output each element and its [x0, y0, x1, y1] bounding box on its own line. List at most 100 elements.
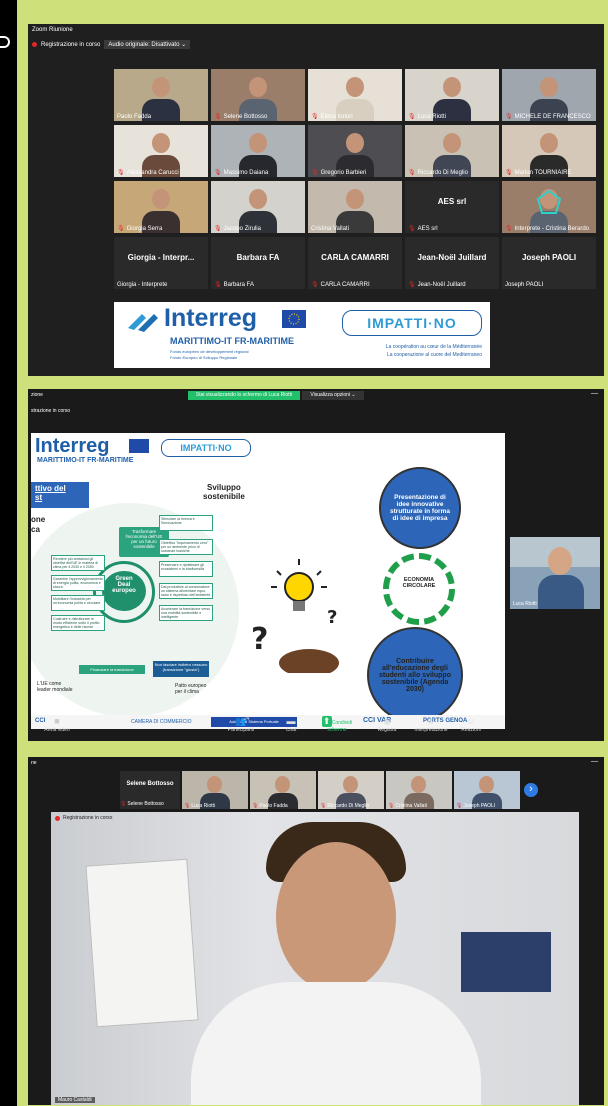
participant-head: [275, 776, 290, 793]
participant-name: CARLA CAMARRI: [320, 282, 370, 288]
participant-tile[interactable]: 🎙 Interprete - Cristina Berardo: [502, 181, 596, 233]
participant-name-label: 🎙 Jacopo Zirulia: [214, 225, 261, 232]
next-page-button[interactable]: ›: [524, 783, 538, 797]
participant-head: [346, 133, 364, 153]
speaker-shirt: [191, 982, 481, 1105]
shared-slide: Interreg MARITTIMO-IT FR-MARITIME IMPATT…: [31, 433, 505, 729]
participant-tile[interactable]: Joseph PAOLI Joseph PAOLI: [502, 237, 596, 289]
participant-tile[interactable]: 🎙 Alessandra Carucci: [114, 125, 208, 177]
participant-head: [540, 77, 558, 97]
participant-name: AES srl: [417, 226, 438, 232]
participant-name-label: 🎙Selene Bottosso: [120, 801, 164, 807]
participant-head: [152, 189, 170, 209]
mic-muted-icon: 🎙: [408, 282, 416, 288]
patto-text: Patto europeo per il clima: [175, 683, 207, 695]
participant-tile[interactable]: 🎙 MICHELE DE FRANCESCO: [502, 69, 596, 121]
mic-muted-icon: 🎙: [505, 170, 513, 176]
view-options-button[interactable]: Visualizza opzioni ⌄: [302, 391, 364, 400]
toolbar-label: Chat: [285, 727, 297, 733]
participant-name-label: 🎙 Alessandra Carucci: [117, 169, 179, 176]
participants-button[interactable]: 👥 24 Partecipanti: [222, 716, 260, 733]
window-label: zione: [31, 392, 43, 398]
participant-tile[interactable]: 🎙 Massimo Daiana: [211, 125, 305, 177]
participant-tile[interactable]: Cristina Vallati: [308, 181, 402, 233]
participant-tile[interactable]: 🎙 Jacopo Zirulia: [211, 181, 305, 233]
participant-head: [411, 776, 426, 793]
recording-label: Registrazione in corso: [41, 41, 101, 48]
slide-eu-flag-icon: [129, 439, 149, 453]
chat-button[interactable]: ▬ Chat: [272, 716, 310, 733]
mic-muted-icon: 🎙: [214, 114, 222, 120]
participant-name: Giorgia - Interprete: [117, 282, 168, 288]
audio-original-button[interactable]: Audio originale: Disattivato ⌄: [104, 40, 191, 49]
presenter-name: Luca Riotti: [513, 601, 537, 607]
wall-poster: [85, 858, 199, 1028]
objective-title: ttivo del st: [31, 482, 89, 508]
green-deal-goal-box: Dal produttore al consumatore: un sistem…: [159, 583, 213, 599]
education-circle: Contribuire all'educazione degli student…: [367, 627, 463, 723]
program-name: MARITTIMO-IT FR-MARITIME: [170, 336, 294, 346]
strip-participant-tile[interactable]: 🎙Paolo Fadda: [250, 771, 316, 809]
toolbar-label: Partecipanti: [227, 727, 255, 733]
participant-tile[interactable]: 🎙 Gregorio Barbieri: [308, 125, 402, 177]
participant-tile[interactable]: 🎙 Marion TOURNIAIRE: [502, 125, 596, 177]
share-screen-button[interactable]: ⬆Condividi schermo: [318, 716, 356, 733]
video-off-button[interactable]: ■ Avvia video: [38, 716, 76, 733]
interreg-brand: Interreg: [164, 304, 258, 332]
participant-tile[interactable]: Jean-Noël Juillard 🎙 Jean-Noël Juillard: [405, 237, 499, 289]
participant-name: Gregorio Barbieri: [320, 170, 367, 176]
participant-name-label: Joseph PAOLI: [505, 282, 543, 288]
strip-participant-tile[interactable]: 🎙Luca Riotti: [182, 771, 248, 809]
slide-impattino-logo: IMPATTI·NO: [161, 439, 251, 457]
window-label: ne: [31, 760, 37, 766]
presenter-thumbnail[interactable]: Luca Riotti: [510, 537, 600, 609]
participant-tile[interactable]: Giorgia - Interpr... Giorgia - Interprete: [114, 237, 208, 289]
participant-display-name: CARLA CAMARRI: [321, 253, 389, 262]
participant-tile[interactable]: Paolo Fadda: [114, 69, 208, 121]
participant-tile[interactable]: AES srl 🎙 AES srl: [405, 181, 499, 233]
participant-tile[interactable]: CARLA CAMARRI 🎙 CARLA CAMARRI: [308, 237, 402, 289]
record-button[interactable]: ◉ Registra: [368, 716, 406, 733]
globe-button[interactable]: ⊕ Interpretazione: [412, 716, 450, 733]
participant-tile[interactable]: Barbara FA 🎙 Barbara FA: [211, 237, 305, 289]
mic-muted-icon: 🎙: [505, 226, 513, 232]
green-deal-goal-box: Preservare e ripristinare gli ecosistemi…: [159, 561, 213, 577]
strip-participant-tile[interactable]: 🎙Riccardo Di Meglio: [318, 771, 384, 809]
toolbar-label: Interpretazione: [414, 727, 448, 733]
participant-name-label: 🎙Cristina Vallati: [388, 803, 427, 809]
toolbar-label: Registra: [377, 727, 397, 733]
participant-tile[interactable]: 🎙 Riccardo Di Meglio: [405, 125, 499, 177]
meeting-toolbar: ■ Avvia video 👥 24 Partecipanti ▬ Chat ⬆Condivi…: [28, 714, 604, 741]
mic-muted-icon: 🎙: [214, 282, 222, 288]
left-frame-border: [0, 0, 17, 1106]
participant-display-name: Jean-Noël Juillard: [417, 253, 487, 262]
participant-tile[interactable]: 🎙 Luca Riotti: [405, 69, 499, 121]
svg-text:?: ?: [327, 607, 337, 628]
participant-tile[interactable]: 🎙 Selene Bottosso: [211, 69, 305, 121]
participant-name-label: 🎙 Interprete - Cristina Berardo: [505, 225, 589, 232]
participant-name-label: 🎙Luca Riotti: [184, 803, 215, 809]
mic-muted-icon: 🎙: [388, 803, 395, 809]
slide-program: MARITTIMO-IT FR-MARITIME: [37, 457, 134, 464]
participant-head: [343, 776, 358, 793]
minimize-button[interactable]: —: [591, 758, 598, 765]
participant-tile[interactable]: 🎙 Giorgia Serra: [114, 181, 208, 233]
mic-muted-icon: 🎙: [320, 803, 327, 809]
toolbar-label: Reazioni: [461, 727, 481, 733]
participant-name: Joseph PAOLI: [463, 803, 496, 809]
strip-participant-tile[interactable]: 🎙Joseph PAOLI: [454, 771, 520, 809]
participant-head: [249, 133, 267, 153]
strip-participant-tile[interactable]: 🎙Cristina Vallati: [386, 771, 452, 809]
participant-name: Selene Bottosso: [127, 801, 164, 807]
nessuno-box: Non lasciare indietro nessuno (transizio…: [153, 661, 209, 677]
participant-name-label: 🎙 Barbara FA: [214, 281, 254, 288]
recording-dot-icon: [55, 815, 60, 821]
minimize-button[interactable]: —: [591, 390, 598, 397]
participant-tile[interactable]: 🎙 Elena Ionon: [308, 69, 402, 121]
participant-name: Massimo Daiana: [223, 170, 269, 176]
mic-muted-icon: 🎙: [408, 170, 416, 176]
reactions-button[interactable]: ☺ Reazioni: [452, 716, 490, 733]
participant-name: Marion TOURNIAIRE: [514, 170, 572, 176]
recording-indicator: Registrazione in corso: [55, 815, 112, 821]
mic-muted-icon: 🎙: [252, 803, 259, 809]
